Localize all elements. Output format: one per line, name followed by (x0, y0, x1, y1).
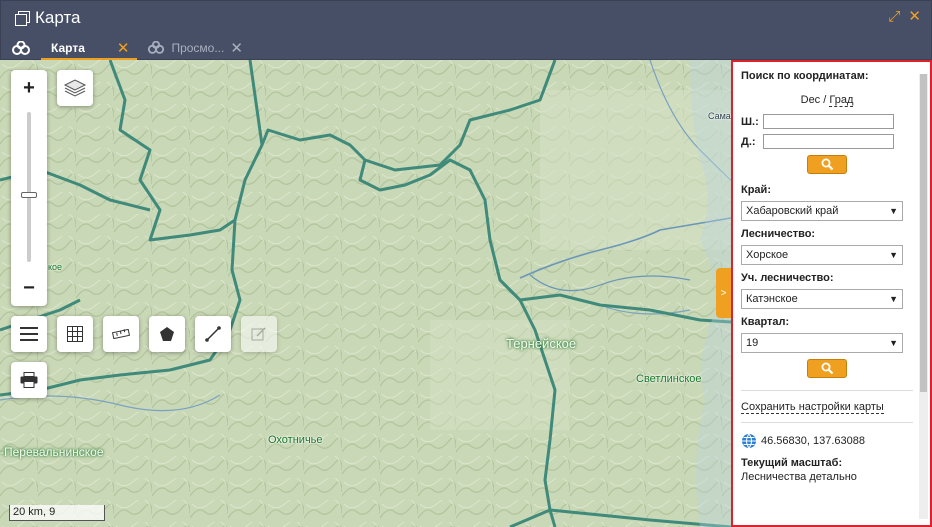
globe-icon (742, 433, 756, 449)
region-select-value: Хабаровский край (746, 205, 839, 217)
dropdown-arrow-icon: ▼ (889, 338, 898, 348)
coord-format-switch: Dec / Град (741, 94, 913, 107)
cursor-coordinates: 46.56830, 137.63088 (761, 435, 865, 447)
save-map-settings-link[interactable]: Сохранить настройки карты (741, 401, 884, 414)
place-label: Охотничье (268, 434, 323, 446)
place-label: кое (48, 262, 63, 272)
dropdown-arrow-icon: ▼ (889, 250, 898, 260)
place-label: -Перевальнинское (0, 445, 104, 459)
district-forestry-select-value: Катэнское (746, 293, 798, 305)
polygon-button[interactable] (149, 316, 185, 352)
format-grad-option[interactable]: Град (829, 94, 854, 107)
tab-bar: Карта ✕ Просмо... ✕ (1, 34, 251, 61)
zoom-control: + − (11, 70, 47, 306)
panel-scrollbar-thumb[interactable] (920, 74, 927, 392)
zoom-slider-track[interactable] (27, 112, 31, 262)
scale-bar: 20 km, 9 (9, 505, 105, 521)
region-label: Край: (741, 184, 771, 196)
panel-scrollbar[interactable] (919, 74, 928, 519)
dropdown-arrow-icon: ▼ (889, 206, 898, 216)
place-label: Тернейское (506, 336, 577, 351)
panel-toggle-button[interactable]: > (716, 268, 731, 318)
zoom-out-button[interactable]: − (11, 270, 47, 306)
layers-button[interactable] (57, 70, 93, 106)
edit-icon (251, 327, 266, 341)
forestry-select-value: Хорское (746, 249, 789, 261)
format-separator: / (823, 94, 827, 106)
forestry-select[interactable]: Хорское ▼ (741, 245, 903, 265)
longitude-label: Д.: (741, 135, 756, 148)
quarter-search-button[interactable] (807, 359, 847, 378)
quarter-select-value: 19 (746, 337, 759, 349)
current-scale-label: Текущий масштаб: (741, 457, 843, 469)
latitude-label: Ш.: (741, 115, 759, 128)
menu-icon (20, 327, 38, 341)
forestry-label: Лесничество: (741, 228, 816, 240)
search-icon (821, 158, 833, 171)
zoom-in-button[interactable]: + (11, 70, 47, 106)
map-canvas (0, 60, 731, 527)
layers-logo-icon (1, 34, 41, 61)
close-icon[interactable]: ✕ (908, 9, 921, 25)
zoom-slider-handle[interactable] (21, 192, 37, 198)
print-button[interactable] (11, 362, 47, 398)
title-bar: Карта ⤢ ✕ Карта ✕ Просмо... ✕ (0, 0, 932, 61)
place-label: Светлинское (636, 373, 702, 385)
tab-map-label: Карта (51, 40, 85, 55)
tab-map[interactable]: Карта ✕ (41, 34, 138, 61)
format-dec-option[interactable]: Dec (801, 94, 821, 106)
current-scale-value: Лесничества детально (741, 471, 857, 483)
layers-icon (63, 79, 87, 97)
coord-search-button[interactable] (807, 155, 847, 174)
grid-icon (67, 326, 83, 342)
tab-view-label: Просмо... (171, 40, 225, 55)
ruler-icon (112, 329, 130, 339)
tab-close-icon[interactable]: ✕ (117, 39, 130, 57)
quarter-label: Квартал: (741, 316, 790, 328)
tab-view[interactable]: Просмо... ✕ (137, 34, 250, 61)
line-icon (205, 326, 221, 342)
maximize-icon[interactable]: ⤢ (888, 9, 900, 25)
side-panel: Поиск по координатам: Dec / Град Ш.: Д.:… (731, 60, 932, 527)
tab-close-icon[interactable]: ✕ (230, 39, 243, 57)
place-label: Самаргинс (708, 111, 731, 121)
window-title-text: Карта (35, 8, 81, 27)
search-icon (821, 362, 833, 375)
print-icon (20, 372, 38, 388)
divider (741, 390, 913, 391)
grid-button[interactable] (57, 316, 93, 352)
ruler-button[interactable] (103, 316, 139, 352)
window-title: Карта (15, 8, 81, 28)
coord-search-title: Поиск по координатам: (741, 70, 869, 82)
window-icon (15, 11, 30, 26)
layers-logo-icon (148, 41, 165, 54)
longitude-input[interactable] (763, 134, 894, 149)
menu-button[interactable] (11, 316, 47, 352)
map-view[interactable]: Тернейское Светлинское Охотничье -Перева… (0, 60, 731, 527)
edit-button[interactable] (241, 316, 277, 352)
polygon-icon (160, 327, 174, 341)
dropdown-arrow-icon: ▼ (889, 294, 898, 304)
line-button[interactable] (195, 316, 231, 352)
quarter-select[interactable]: 19 ▼ (741, 333, 903, 353)
divider (741, 422, 913, 423)
region-select[interactable]: Хабаровский край ▼ (741, 201, 903, 221)
latitude-input[interactable] (763, 114, 894, 129)
district-forestry-label: Уч. лесничество: (741, 272, 834, 284)
district-forestry-select[interactable]: Катэнское ▼ (741, 289, 903, 309)
